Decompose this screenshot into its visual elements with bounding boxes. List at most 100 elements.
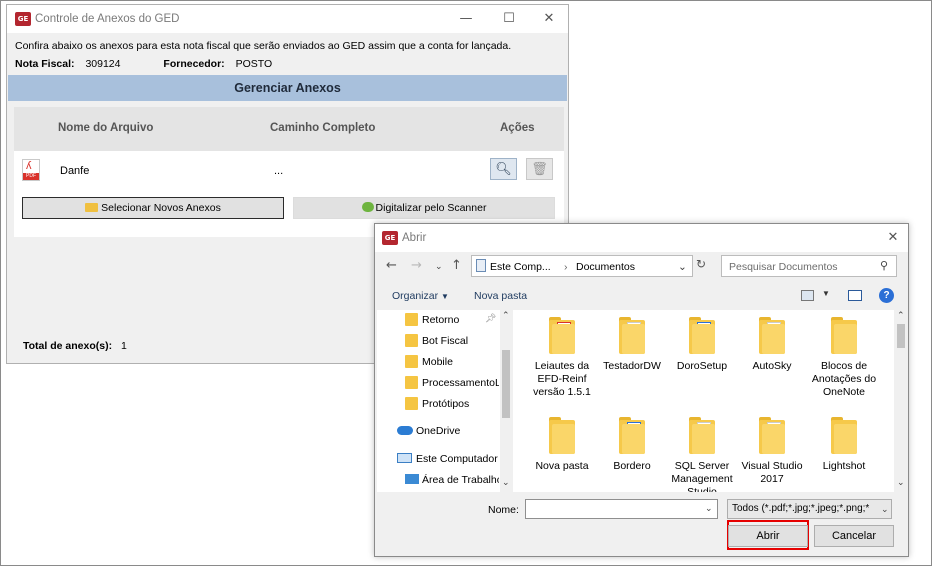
refresh-icon[interactable]: ↻ xyxy=(696,257,706,271)
file-item[interactable]: SQL Server Management Studio xyxy=(667,417,737,492)
address-bar[interactable]: Este Comp... › Documentos ⌄ xyxy=(471,255,693,277)
total-label: Total de anexo(s): xyxy=(23,340,113,352)
file-item[interactable]: Bordero xyxy=(597,417,667,473)
file-item-label: Leiautes da EFD-Reinf versão 1.5.1 xyxy=(533,360,591,398)
file-item-label: Bordero xyxy=(613,460,651,472)
nav-item-retorno[interactable]: Retorno 📌︎ xyxy=(377,311,499,329)
folder-icon xyxy=(831,417,857,454)
recent-locations-icon[interactable]: ⌄ xyxy=(435,262,443,272)
desktop-icon xyxy=(405,474,419,484)
computer-icon xyxy=(397,453,412,463)
search-placeholder: Pesquisar Documentos xyxy=(729,261,838,273)
file-item[interactable]: Leiautes da EFD-Reinf versão 1.5.1 xyxy=(527,317,597,399)
folder-icon xyxy=(85,203,99,212)
file-name-dropdown-icon[interactable]: ⌄ xyxy=(705,503,713,514)
open-button[interactable]: Abrir xyxy=(728,525,808,547)
dialog-title: Abrir xyxy=(402,232,427,244)
fornecedor-label: Fornecedor: xyxy=(163,58,225,70)
folder-icon xyxy=(619,417,645,454)
file-item[interactable]: Blocos de Anotações do OneNote xyxy=(809,317,879,399)
close-button[interactable]: ✕ xyxy=(540,10,558,28)
maximize-button[interactable]: ☐ xyxy=(500,10,518,28)
folder-icon xyxy=(689,417,715,454)
intro-text: Confira abaixo os anexos para esta nota … xyxy=(15,40,512,52)
nav-item-processamento[interactable]: ProcessamentoL xyxy=(377,374,499,392)
view-options-icon[interactable] xyxy=(801,290,814,301)
folder-icon xyxy=(549,417,575,454)
scan-button-label: Digitalizar pelo Scanner xyxy=(375,202,487,214)
folder-icon xyxy=(405,334,418,347)
organize-menu[interactable]: Organizar ▼ xyxy=(392,290,449,302)
nav-item-mobile[interactable]: Mobile xyxy=(377,353,499,371)
folder-icon xyxy=(619,317,645,354)
folder-icon xyxy=(689,317,715,354)
nav-item-onedrive[interactable]: OneDrive xyxy=(377,422,499,440)
breadcrumb-computer[interactable]: Este Comp... xyxy=(490,261,551,273)
magnifier-icon: 🔍︎ xyxy=(495,161,512,176)
help-icon[interactable]: ? xyxy=(879,288,894,303)
nav-item-label: Área de Trabalho xyxy=(422,474,499,486)
dialog-close-button[interactable]: ✕ xyxy=(884,229,902,247)
column-full-path: Caminho Completo xyxy=(270,122,376,134)
scanner-icon xyxy=(361,202,374,212)
nav-item-this-computer[interactable]: Este Computador xyxy=(377,450,499,468)
forward-arrow-icon[interactable]: → xyxy=(411,258,422,273)
address-dropdown-icon[interactable]: ⌄ xyxy=(678,261,687,273)
fornecedor-value: POSTO xyxy=(235,58,273,70)
search-documents-input[interactable]: Pesquisar Documentos ⚲ xyxy=(721,255,897,277)
nav-item-desktop[interactable]: Área de Trabalho xyxy=(377,471,499,489)
nav-item-bot-fiscal[interactable]: Bot Fiscal xyxy=(377,332,499,350)
new-folder-button[interactable]: Nova pasta xyxy=(474,290,527,302)
cancel-button[interactable]: Cancelar xyxy=(814,525,894,547)
breadcrumb-documents[interactable]: Documentos xyxy=(576,261,635,273)
cloud-icon xyxy=(397,426,413,435)
nota-fiscal-label: Nota Fiscal: xyxy=(15,58,75,70)
scroll-up-icon[interactable]: ⌃ xyxy=(897,311,905,321)
scroll-down-icon[interactable]: ⌄ xyxy=(502,478,510,488)
nav-item-label: OneDrive xyxy=(416,425,461,437)
file-item[interactable]: Lightshot xyxy=(809,417,879,473)
folder-icon xyxy=(405,376,418,389)
nav-item-label: ProcessamentoL xyxy=(422,377,499,389)
nav-scroll-thumb[interactable] xyxy=(502,350,510,418)
nav-scrollbar[interactable]: ⌃ ⌄ xyxy=(500,310,512,492)
back-arrow-icon[interactable]: ← xyxy=(386,258,397,273)
pdf-file-icon: ʎ PDF xyxy=(22,159,40,181)
scroll-up-icon[interactable]: ⌃ xyxy=(502,311,510,321)
nav-item-label: Mobile xyxy=(422,356,453,368)
file-item-label: DoroSetup xyxy=(676,360,728,372)
view-dropdown-icon[interactable]: ▼ xyxy=(822,289,830,298)
up-arrow-icon[interactable]: ↑ xyxy=(451,258,462,273)
scroll-down-icon[interactable]: ⌄ xyxy=(897,478,905,488)
minimize-button[interactable]: — xyxy=(457,10,475,28)
scan-button[interactable]: Digitalizar pelo Scanner xyxy=(293,197,555,219)
file-item[interactable]: TestadorDW xyxy=(597,317,667,373)
delete-attachment-button[interactable]: 🗑︎ xyxy=(526,158,553,180)
file-type-dropdown-icon: ⌄ xyxy=(879,500,889,518)
select-button-label: Selecionar Novos Anexos xyxy=(101,202,221,214)
file-item[interactable]: AutoSky xyxy=(737,317,807,373)
attachments-titlebar: GE Controle de Anexos do GED — ☐ ✕ xyxy=(7,5,568,33)
grid-header: Nome do Arquivo Caminho Completo Ações xyxy=(14,107,564,151)
file-list-scrollbar[interactable]: ⌃ ⌄ xyxy=(894,310,907,492)
section-header: Gerenciar Anexos xyxy=(8,75,567,101)
folder-icon xyxy=(405,355,418,368)
organize-label: Organizar xyxy=(392,290,439,302)
pin-icon: 📌︎ xyxy=(485,313,497,323)
file-name-input[interactable]: ⌄ xyxy=(525,499,718,519)
view-attachment-button[interactable]: 🔍︎ xyxy=(490,158,517,180)
table-row[interactable]: ʎ PDF Danfe ... 🔍︎ 🗑︎ xyxy=(14,151,564,195)
file-type-select[interactable]: Todos (*.pdf;*.jpg;*.jpeg;*.png;* ⌄ xyxy=(727,499,892,519)
row-file-name: Danfe xyxy=(60,165,90,177)
file-item-label: Nova pasta xyxy=(535,460,589,472)
select-new-attachments-button[interactable]: Selecionar Novos Anexos xyxy=(22,197,284,219)
file-type-value: Todos (*.pdf;*.jpg;*.jpeg;*.png;* xyxy=(732,503,870,514)
folder-icon xyxy=(405,313,418,326)
preview-pane-icon[interactable] xyxy=(848,290,862,301)
file-item[interactable]: Nova pasta xyxy=(527,417,597,473)
dialog-toolbar: Organizar ▼ Nova pasta ▼ ? xyxy=(375,284,908,308)
file-scroll-thumb[interactable] xyxy=(897,324,905,348)
file-item[interactable]: DoroSetup xyxy=(667,317,737,373)
nav-item-prototipos[interactable]: Protótipos xyxy=(377,395,499,413)
file-item[interactable]: Visual Studio 2017 xyxy=(737,417,807,486)
